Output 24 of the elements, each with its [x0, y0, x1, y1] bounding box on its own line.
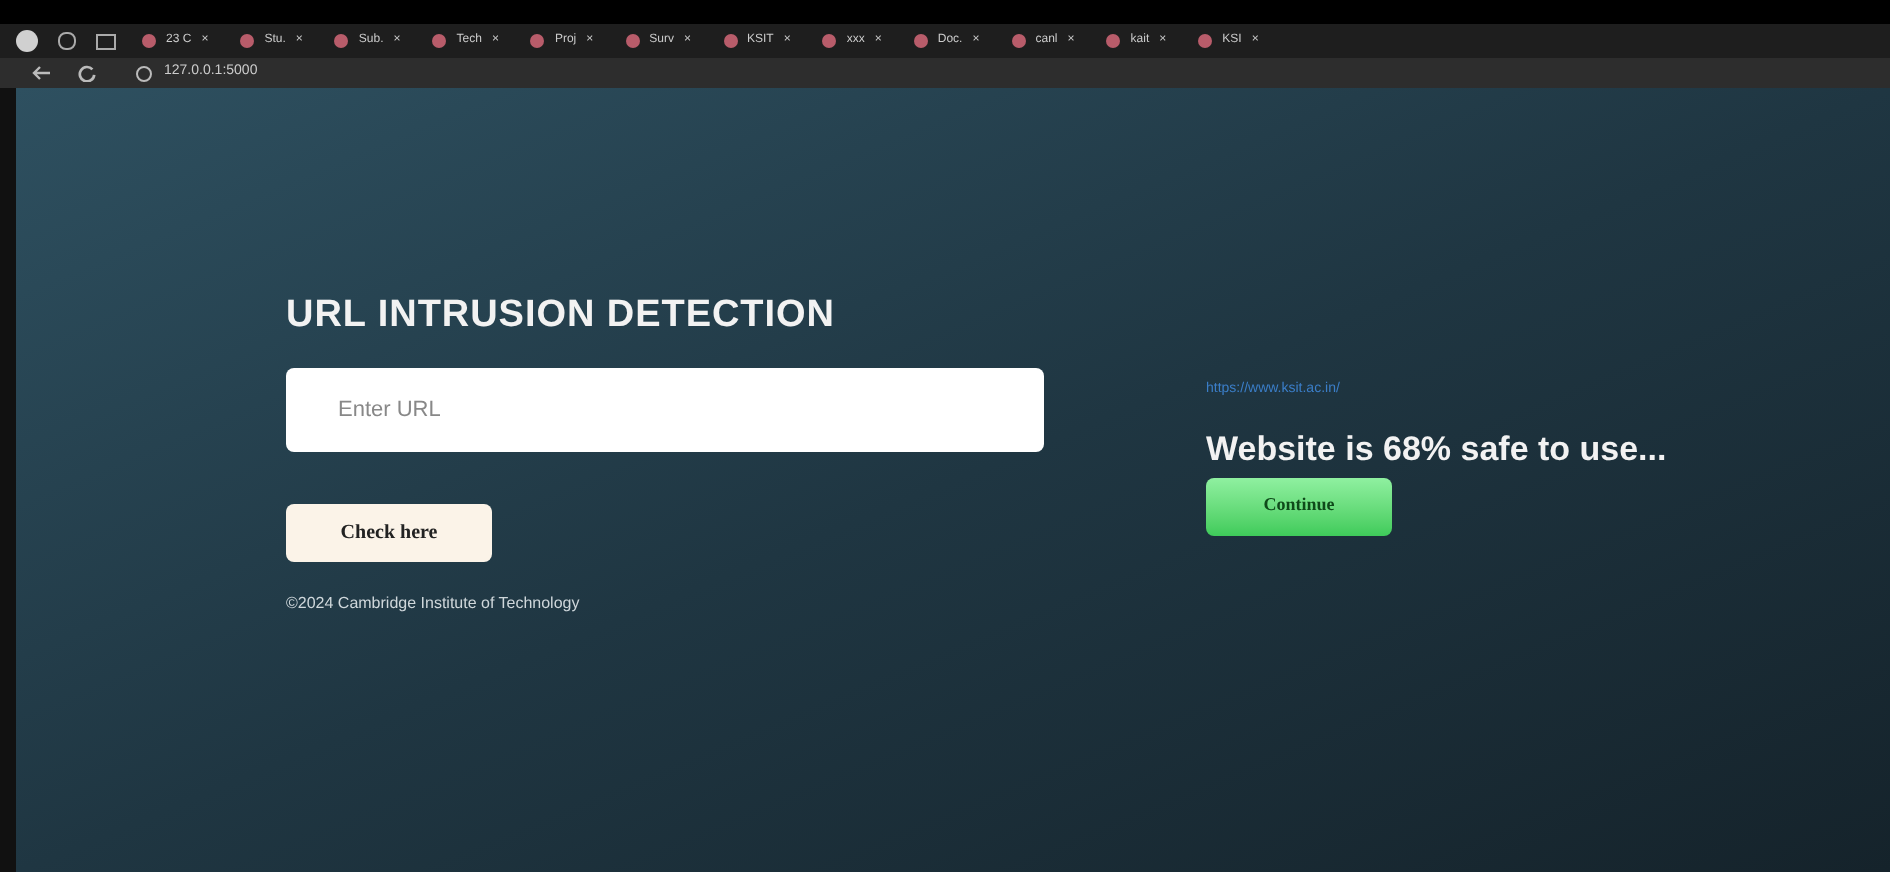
info-icon [136, 65, 152, 81]
tab-overview-icon[interactable] [96, 33, 116, 49]
favicon-icon [822, 34, 837, 48]
favicon-icon [723, 34, 738, 48]
reload-icon[interactable] [78, 64, 96, 82]
back-icon[interactable] [32, 66, 50, 80]
favicon-icon [1198, 34, 1213, 48]
favicon-icon [432, 34, 447, 48]
favicon-icon [913, 34, 928, 48]
url-input-field[interactable]: Enter URL [286, 368, 1044, 452]
copyright-text: ©2024 Cambridge Institute of Technology [286, 592, 582, 616]
check-here-button[interactable]: Check here [286, 504, 492, 562]
page-title: URL INTRUSION DETECTION [286, 296, 837, 334]
safety-result-text: Website is 68% safe to use... [1206, 431, 1667, 465]
favicon-icon [1106, 34, 1121, 48]
favicon-icon [240, 34, 255, 48]
favicon-icon [530, 34, 545, 48]
favicon-icon [1011, 34, 1026, 48]
favicon-icon [142, 34, 156, 48]
continue-button[interactable]: Continue [1206, 477, 1392, 535]
tab-actions-icon[interactable] [58, 32, 76, 50]
favicon-icon [625, 34, 640, 48]
profile-icon[interactable] [16, 30, 38, 52]
favicon-icon [334, 34, 349, 48]
